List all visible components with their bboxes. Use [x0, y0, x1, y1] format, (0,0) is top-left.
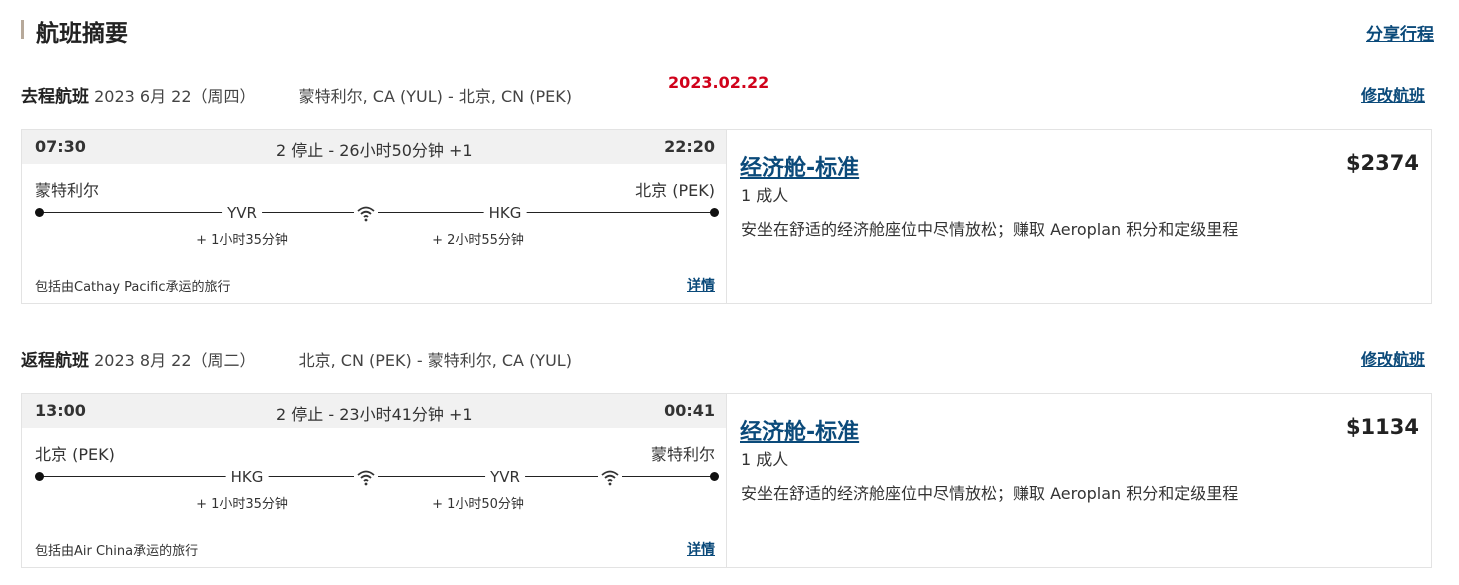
return-destination-city: 蒙特利尔 [650, 445, 715, 464]
return-layover-1: + 1小时35分钟 [196, 497, 288, 512]
origin-dot [35, 472, 44, 481]
wifi-icon [354, 467, 378, 487]
date-stamp: 2023.02.22 [668, 73, 770, 92]
outbound-arrive-time: 22:20 [664, 137, 715, 156]
return-route-track: HKG YVR [35, 467, 719, 487]
wifi-icon [598, 467, 622, 487]
modify-outbound-link[interactable]: 修改航班 [1361, 82, 1425, 106]
outbound-layover-2: + 2小时55分钟 [432, 233, 524, 248]
return-arrive-time: 00:41 [664, 401, 715, 420]
return-flight-card: 13:00 2 停止 - 23小时41分钟 +1 00:41 北京 (PEK) … [21, 393, 1432, 568]
return-summary: 2 停止 - 23小时41分钟 +1 [276, 405, 473, 424]
destination-dot [710, 472, 719, 481]
outbound-layover-1: + 1小时35分钟 [196, 233, 288, 248]
outbound-time-strip: 07:30 2 停止 - 26小时50分钟 +1 22:20 [22, 130, 726, 164]
outbound-label: 去程航班 [21, 87, 89, 107]
return-operator-note: 包括由Air China承运的旅行 [35, 544, 199, 559]
modify-return-link[interactable]: 修改航班 [1361, 346, 1425, 370]
return-layover-2: + 1小时50分钟 [432, 497, 524, 512]
outbound-destination-city: 北京 (PEK) [635, 181, 715, 200]
outbound-heading: 去程航班 2023 6月 22（周四） 蒙特利尔, CA (YUL) - 北京,… [21, 82, 572, 107]
return-itinerary: 13:00 2 停止 - 23小时41分钟 +1 00:41 北京 (PEK) … [22, 394, 727, 567]
return-passengers: 1 成人 [741, 450, 789, 469]
outbound-passengers: 1 成人 [741, 186, 789, 205]
return-stop-2: YVR [485, 467, 525, 487]
outbound-route: 蒙特利尔, CA (YUL) - 北京, CN (PEK) [298, 87, 572, 106]
outbound-price: $2374 [1345, 151, 1419, 175]
return-details-link[interactable]: 详情 [687, 539, 715, 559]
outbound-date: 2023 6月 22（周四） [94, 87, 256, 106]
return-fare-name-link[interactable]: 经济舱-标准 [740, 414, 859, 446]
destination-dot [710, 208, 719, 217]
return-depart-time: 13:00 [35, 401, 86, 420]
page-title: 航班摘要 [36, 21, 128, 47]
outbound-details-link[interactable]: 详情 [687, 275, 715, 295]
return-origin-city: 北京 (PEK) [35, 445, 115, 464]
share-itinerary-link[interactable]: 分享行程 [1366, 20, 1434, 45]
return-price: $1134 [1345, 415, 1419, 439]
title-accent-bar [21, 20, 24, 39]
outbound-fare-description: 安坐在舒适的经济舱座位中尽情放松；赚取 Aeroplan 积分和定级里程 [741, 220, 1239, 239]
outbound-stop-2: HKG [483, 203, 527, 223]
return-heading: 返程航班 2023 8月 22（周二） 北京, CN (PEK) - 蒙特利尔,… [21, 346, 572, 371]
outbound-operator-note: 包括由Cathay Pacific承运的旅行 [35, 280, 231, 295]
outbound-origin-city: 蒙特利尔 [35, 181, 100, 200]
return-label: 返程航班 [21, 351, 89, 371]
wifi-icon [354, 203, 378, 223]
outbound-depart-time: 07:30 [35, 137, 86, 156]
outbound-itinerary: 07:30 2 停止 - 26小时50分钟 +1 22:20 蒙特利尔 北京 (… [22, 130, 727, 303]
outbound-summary: 2 停止 - 26小时50分钟 +1 [276, 141, 473, 160]
outbound-fare-name-link[interactable]: 经济舱-标准 [740, 150, 859, 182]
return-date: 2023 8月 22（周二） [94, 351, 256, 370]
return-time-strip: 13:00 2 停止 - 23小时41分钟 +1 00:41 [22, 394, 726, 428]
outbound-stop-1: YVR [222, 203, 262, 223]
return-route: 北京, CN (PEK) - 蒙特利尔, CA (YUL) [298, 351, 572, 370]
outbound-route-track: YVR HKG [35, 203, 719, 223]
return-stop-1: HKG [225, 467, 269, 487]
outbound-flight-card: 07:30 2 停止 - 26小时50分钟 +1 22:20 蒙特利尔 北京 (… [21, 129, 1432, 304]
return-fare-description: 安坐在舒适的经济舱座位中尽情放松；赚取 Aeroplan 积分和定级里程 [741, 484, 1239, 503]
origin-dot [35, 208, 44, 217]
